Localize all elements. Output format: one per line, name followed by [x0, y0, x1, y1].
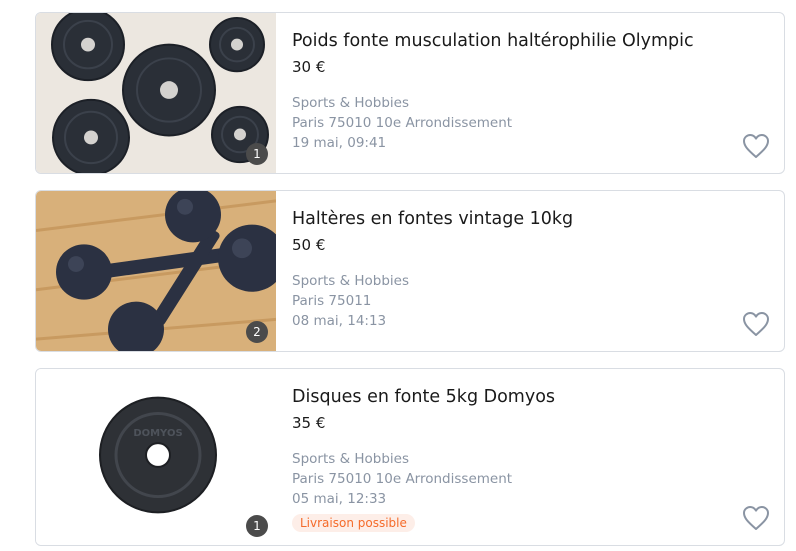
listing-location: Paris 75011: [292, 293, 372, 309]
listing-date: 08 mai, 14:13: [292, 313, 387, 329]
heart-outline-icon[interactable]: [742, 311, 770, 337]
listing-category: Sports & Hobbies: [292, 95, 410, 111]
disc-brand-label: DOMYOS: [133, 428, 182, 439]
weight-disc-photo: DOMYOS: [36, 369, 276, 545]
photo-count-badge: 1: [246, 515, 268, 537]
photo-count-badge: 1: [246, 143, 268, 165]
listing-category: Sports & Hobbies: [292, 451, 410, 467]
heart-outline-icon[interactable]: [742, 133, 770, 159]
listing-meta: Sports & Hobbies Paris 75010 10e Arrondi…: [292, 449, 724, 509]
listing-location: Paris 75010 10e Arrondissement: [292, 471, 513, 487]
photo-count-badge: 2: [246, 321, 268, 343]
listing-card[interactable]: 2 Haltères en fontes vintage 10kg 50 € S…: [35, 190, 785, 352]
listing-meta: Sports & Hobbies Paris 75010 10e Arrondi…: [292, 93, 724, 153]
heart-outline-icon[interactable]: [742, 505, 770, 531]
dumbbells-photo: [36, 191, 276, 351]
listing-card[interactable]: DOMYOS 1 Disques en fonte 5kg Domyos 35 …: [35, 368, 785, 546]
listing-photo[interactable]: 2: [36, 191, 276, 351]
listing-price: 35 €: [292, 414, 326, 432]
listing-category: Sports & Hobbies: [292, 273, 410, 289]
listing-info: Haltères en fontes vintage 10kg 50 € Spo…: [292, 191, 724, 331]
delivery-tag: Livraison possible: [292, 514, 415, 532]
listing-card[interactable]: 1 Poids fonte musculation haltérophilie …: [35, 12, 785, 174]
weight-plates-photo: [36, 13, 276, 173]
listing-photo[interactable]: 1: [36, 13, 276, 173]
listing-location: Paris 75010 10e Arrondissement: [292, 115, 513, 131]
listing-price: 50 €: [292, 236, 326, 254]
listing-title[interactable]: Poids fonte musculation haltérophilie Ol…: [292, 31, 724, 51]
listing-date: 19 mai, 09:41: [292, 135, 387, 151]
listing-date: 05 mai, 12:33: [292, 491, 387, 507]
listing-title[interactable]: Disques en fonte 5kg Domyos: [292, 387, 724, 407]
listing-info: Disques en fonte 5kg Domyos 35 € Sports …: [292, 369, 724, 532]
listing-title[interactable]: Haltères en fontes vintage 10kg: [292, 209, 724, 229]
listing-meta: Sports & Hobbies Paris 75011 08 mai, 14:…: [292, 271, 724, 331]
listing-price: 30 €: [292, 58, 326, 76]
listing-info: Poids fonte musculation haltérophilie Ol…: [292, 13, 724, 153]
listing-photo[interactable]: DOMYOS 1: [36, 369, 276, 545]
